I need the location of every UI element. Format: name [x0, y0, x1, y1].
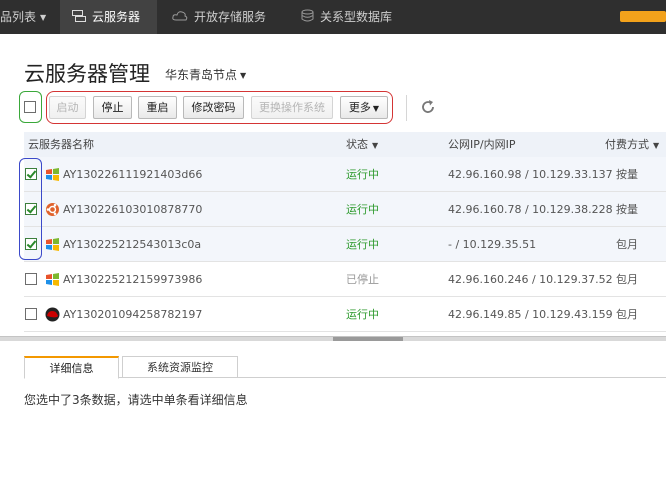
tab-resource-monitor[interactable]: 系统资源监控	[122, 356, 238, 378]
start-button[interactable]: 启动	[49, 96, 86, 119]
table-row[interactable]: AY130226111921403d66 运行中 42.96.160.98 / …	[24, 157, 666, 192]
ubuntu-icon	[45, 202, 60, 217]
region-selector[interactable]: 华东青岛节点 ▼	[165, 66, 246, 83]
change-password-button[interactable]: 修改密码	[183, 96, 244, 119]
server-ip: 42.96.160.246 / 10.129.37.52	[448, 273, 613, 286]
column-header-ip: 公网IP/内网IP	[448, 138, 516, 151]
server-status: 运行中	[346, 308, 379, 321]
column-header-status[interactable]: 状态 ▼	[346, 132, 378, 157]
table-row[interactable]: AY130225212543013c0a 运行中 - / 10.129.35.5…	[24, 227, 666, 262]
server-ip: - / 10.129.35.51	[448, 238, 537, 251]
billing-type: 按量	[616, 203, 638, 216]
restart-button[interactable]: 重启	[138, 96, 177, 119]
product-list-menu[interactable]: 品列表 ▼	[0, 0, 56, 34]
column-header-name: 云服务器名称	[28, 138, 94, 151]
chevron-down-icon: ▼	[40, 12, 47, 22]
server-name[interactable]: AY130225212543013c0a	[63, 227, 201, 262]
chevron-down-icon: ▼	[240, 71, 247, 80]
table-row[interactable]: AY130226103010878770 运行中 42.96.160.78 / …	[24, 192, 666, 227]
column-header-billing[interactable]: 付费方式 ▼	[605, 132, 659, 157]
windows-icon	[45, 237, 60, 252]
top-nav: 品列表 ▼ 云服务器 开放存储服务 关系型数据库	[0, 0, 666, 34]
server-ip: 42.96.149.85 / 10.129.43.159	[448, 308, 613, 321]
chevron-down-icon: ▼	[372, 104, 380, 113]
table-header: 云服务器名称 状态 ▼ 公网IP/内网IP 付费方式 ▼	[24, 132, 666, 157]
selection-message: 您选中了3条数据，请选中单条看详细信息	[24, 393, 248, 407]
nav-tab-ecs-label: 云服务器	[92, 10, 141, 24]
server-status: 运行中	[346, 203, 379, 216]
stop-button[interactable]: 停止	[93, 96, 132, 119]
selected-rows-highlight	[19, 158, 42, 260]
chevron-down-icon: ▼	[653, 141, 660, 150]
server-name[interactable]: AY130226103010878770	[63, 192, 202, 227]
server-status: 已停止	[346, 273, 379, 286]
row-checkbox[interactable]	[25, 308, 37, 320]
nav-tab-rds-label: 关系型数据库	[320, 10, 393, 24]
splitter-grip[interactable]	[333, 337, 403, 341]
table-row[interactable]: AY130225212159973986 已停止 42.96.160.246 /…	[24, 262, 666, 297]
refresh-icon[interactable]	[418, 97, 438, 117]
more-button-label: 更多	[348, 101, 371, 114]
nav-tab-oss[interactable]: 开放存储服务	[172, 0, 266, 34]
nav-tab-ecs[interactable]: 云服务器	[60, 0, 157, 34]
nav-tab-oss-label: 开放存储服务	[194, 10, 267, 24]
server-status: 运行中	[346, 168, 379, 181]
column-header-billing-label: 付费方式	[605, 138, 649, 151]
user-account-badge[interactable]	[620, 11, 666, 22]
billing-type: 包月	[616, 273, 638, 286]
page-title: 云服务器管理	[24, 62, 150, 86]
billing-type: 按量	[616, 168, 638, 181]
redhat-icon	[45, 307, 60, 322]
row-checkbox[interactable]	[25, 273, 37, 285]
change-os-button[interactable]: 更换操作系统	[251, 96, 333, 119]
column-header-status-label: 状态	[346, 138, 368, 151]
more-button[interactable]: 更多 ▼	[340, 96, 388, 119]
detail-tabs: 详细信息 系统资源监控	[24, 356, 666, 379]
table-row[interactable]: AY130201094258782197 运行中 42.96.149.85 / …	[24, 297, 666, 332]
server-name[interactable]: AY130225212159973986	[63, 262, 202, 297]
windows-icon	[45, 167, 60, 182]
cloud-storage-icon	[172, 1, 188, 35]
server-status: 运行中	[346, 238, 379, 251]
server-ip: 42.96.160.98 / 10.129.33.137	[448, 168, 613, 181]
database-icon	[301, 1, 314, 35]
windows-icon	[45, 272, 60, 287]
tab-details[interactable]: 详细信息	[24, 356, 119, 379]
toolbar-divider	[406, 95, 407, 121]
server-icon	[72, 1, 86, 35]
server-ip: 42.96.160.78 / 10.129.38.228	[448, 203, 613, 216]
billing-type: 包月	[616, 308, 638, 321]
billing-type: 包月	[616, 238, 638, 251]
region-label: 华东青岛节点	[165, 68, 238, 82]
nav-tab-rds[interactable]: 关系型数据库	[301, 0, 392, 34]
chevron-down-icon: ▼	[372, 141, 379, 150]
panel-splitter[interactable]	[0, 336, 666, 341]
server-name[interactable]: AY130201094258782197	[63, 297, 202, 332]
select-all-checkbox[interactable]	[24, 101, 36, 113]
server-name[interactable]: AY130226111921403d66	[63, 157, 202, 192]
product-list-label: 品列表	[0, 10, 37, 24]
